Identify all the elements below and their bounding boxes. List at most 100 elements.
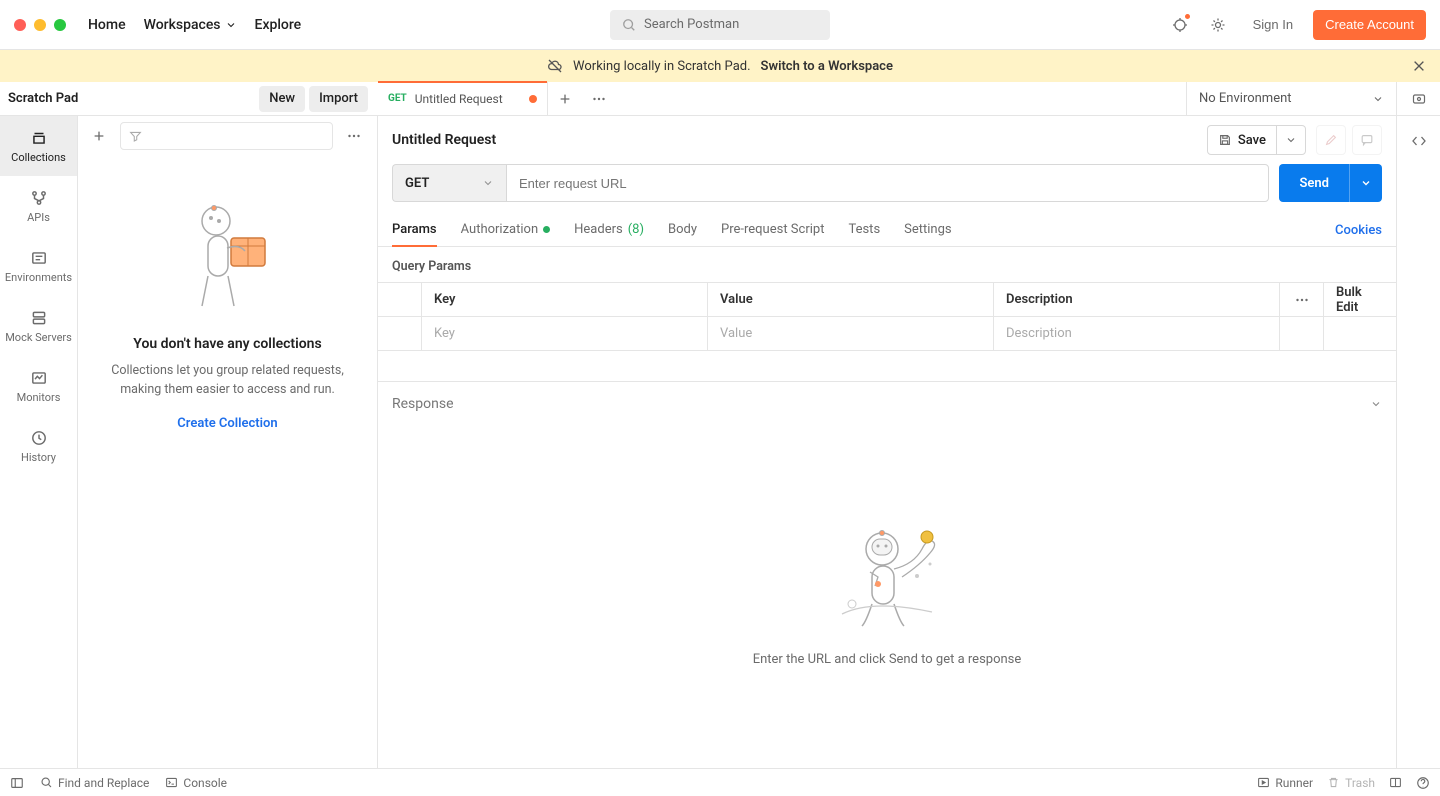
tab-settings[interactable]: Settings (904, 214, 951, 247)
tab-headers[interactable]: Headers (8) (574, 214, 644, 247)
filter-icon (129, 130, 142, 143)
send-options[interactable] (1349, 164, 1382, 202)
tab-authorization[interactable]: Authorization (461, 214, 551, 247)
nav-explore[interactable]: Explore (255, 17, 302, 33)
environment-quicklook[interactable] (1396, 82, 1440, 115)
response-illustration (812, 514, 962, 634)
tab-params[interactable]: Params (392, 214, 437, 247)
rail-history[interactable]: History (0, 416, 77, 476)
sidebar-options[interactable] (339, 121, 369, 151)
edit-button[interactable] (1316, 125, 1346, 155)
key-input[interactable]: Key (422, 317, 708, 350)
unsaved-indicator (529, 95, 537, 103)
sidebar-panel: You don't have any collections Collectio… (78, 116, 378, 768)
tab-tests[interactable]: Tests (848, 214, 880, 247)
capture-icon[interactable] (1165, 10, 1195, 40)
help-button[interactable] (1416, 776, 1430, 790)
trash-label: Trash (1345, 776, 1375, 790)
create-account-button[interactable]: Create Account (1313, 10, 1426, 40)
request-name[interactable]: Untitled Request (392, 132, 1197, 148)
minimize-window[interactable] (34, 19, 46, 31)
create-new-button[interactable] (84, 121, 114, 151)
play-icon (1257, 776, 1270, 789)
value-input[interactable]: Value (708, 317, 994, 350)
banner-text: Working locally in Scratch Pad. (573, 59, 750, 74)
rail-monitors[interactable]: Monitors (0, 356, 77, 416)
environment-selector[interactable]: No Environment (1186, 82, 1396, 115)
trash-icon (1327, 776, 1340, 789)
trash-button[interactable]: Trash (1327, 776, 1375, 790)
comment-button[interactable] (1352, 125, 1382, 155)
method-selector[interactable]: GET (392, 164, 506, 202)
console-label: Console (183, 776, 227, 790)
request-tabs: Params Authorization Headers (8) Body Pr… (378, 214, 1396, 247)
main-area: Collections APIs Environments Mock Serve… (0, 116, 1440, 768)
create-collection-link[interactable]: Create Collection (177, 416, 277, 431)
empty-description: Collections let you group related reques… (98, 362, 357, 400)
banner-cta[interactable]: Switch to a Workspace (761, 59, 893, 74)
sign-in-button[interactable]: Sign In (1241, 10, 1305, 40)
params-table: Key Value Description Bulk Edit Key Valu… (378, 282, 1396, 351)
params-input-row: Key Value Description (378, 317, 1396, 351)
url-group: GET (392, 164, 1269, 202)
find-replace-button[interactable]: Find and Replace (40, 776, 149, 790)
maximize-window[interactable] (54, 19, 66, 31)
col-description: Description (994, 283, 1280, 316)
tabs-area: GET Untitled Request No Environment (378, 82, 1440, 115)
two-pane-button[interactable] (1389, 776, 1402, 789)
apis-icon (30, 189, 48, 207)
empty-title: You don't have any collections (133, 336, 321, 352)
toggle-sidebar-button[interactable] (10, 776, 24, 790)
cloud-off-icon (547, 58, 563, 74)
comment-icon (1360, 133, 1374, 147)
scratch-pad-banner: Working locally in Scratch Pad. Switch t… (0, 50, 1440, 82)
import-button[interactable]: Import (309, 86, 368, 112)
code-snippet-button[interactable] (1404, 126, 1434, 156)
request-tab[interactable]: GET Untitled Request (378, 82, 548, 115)
rail-apis-label: APIs (27, 211, 50, 224)
save-button[interactable]: Save (1208, 133, 1276, 148)
collections-icon (30, 129, 48, 147)
col-key: Key (422, 283, 708, 316)
rail-environments-label: Environments (5, 271, 72, 284)
nav-workspaces-label: Workspaces (144, 17, 221, 33)
send-button[interactable]: Send (1279, 164, 1349, 202)
tab-prerequest[interactable]: Pre-request Script (721, 214, 824, 247)
top-right-actions: Sign In Create Account (1165, 10, 1426, 40)
response-empty-state: Enter the URL and click Send to get a re… (392, 412, 1382, 768)
rail-apis[interactable]: APIs (0, 176, 77, 236)
close-window[interactable] (14, 19, 26, 31)
url-input[interactable] (506, 164, 1269, 202)
rail-environments[interactable]: Environments (0, 236, 77, 296)
monitors-icon (30, 369, 48, 387)
tab-body[interactable]: Body (668, 214, 697, 247)
banner-close[interactable] (1412, 59, 1426, 73)
settings-icon[interactable] (1203, 10, 1233, 40)
col-value: Value (708, 283, 994, 316)
eye-icon (1411, 91, 1427, 107)
cookies-link[interactable]: Cookies (1335, 215, 1382, 246)
runner-button[interactable]: Runner (1257, 776, 1313, 790)
response-label: Response (392, 396, 454, 412)
tab-options-button[interactable] (582, 82, 616, 116)
filter-input[interactable] (120, 122, 333, 150)
method-value: GET (405, 176, 429, 191)
rail-mock-servers[interactable]: Mock Servers (0, 296, 77, 356)
response-header[interactable]: Response (392, 396, 1382, 412)
rail-collections[interactable]: Collections (0, 116, 77, 176)
description-input[interactable]: Description (994, 317, 1280, 350)
new-button[interactable]: New (259, 86, 305, 112)
nav-workspaces[interactable]: Workspaces (144, 17, 237, 33)
new-tab-button[interactable] (548, 82, 582, 116)
console-button[interactable]: Console (165, 776, 227, 790)
main-nav: Home Workspaces Explore (88, 17, 301, 33)
global-search[interactable]: Search Postman (610, 10, 830, 40)
environments-icon (30, 249, 48, 267)
save-options[interactable] (1276, 126, 1305, 154)
bulk-edit-button[interactable]: Bulk Edit (1324, 283, 1396, 316)
nav-home[interactable]: Home (88, 17, 126, 33)
search-placeholder: Search Postman (644, 17, 739, 32)
layout-icon (1389, 776, 1402, 789)
collections-empty-state: You don't have any collections Collectio… (78, 156, 377, 768)
col-options[interactable] (1280, 283, 1324, 316)
